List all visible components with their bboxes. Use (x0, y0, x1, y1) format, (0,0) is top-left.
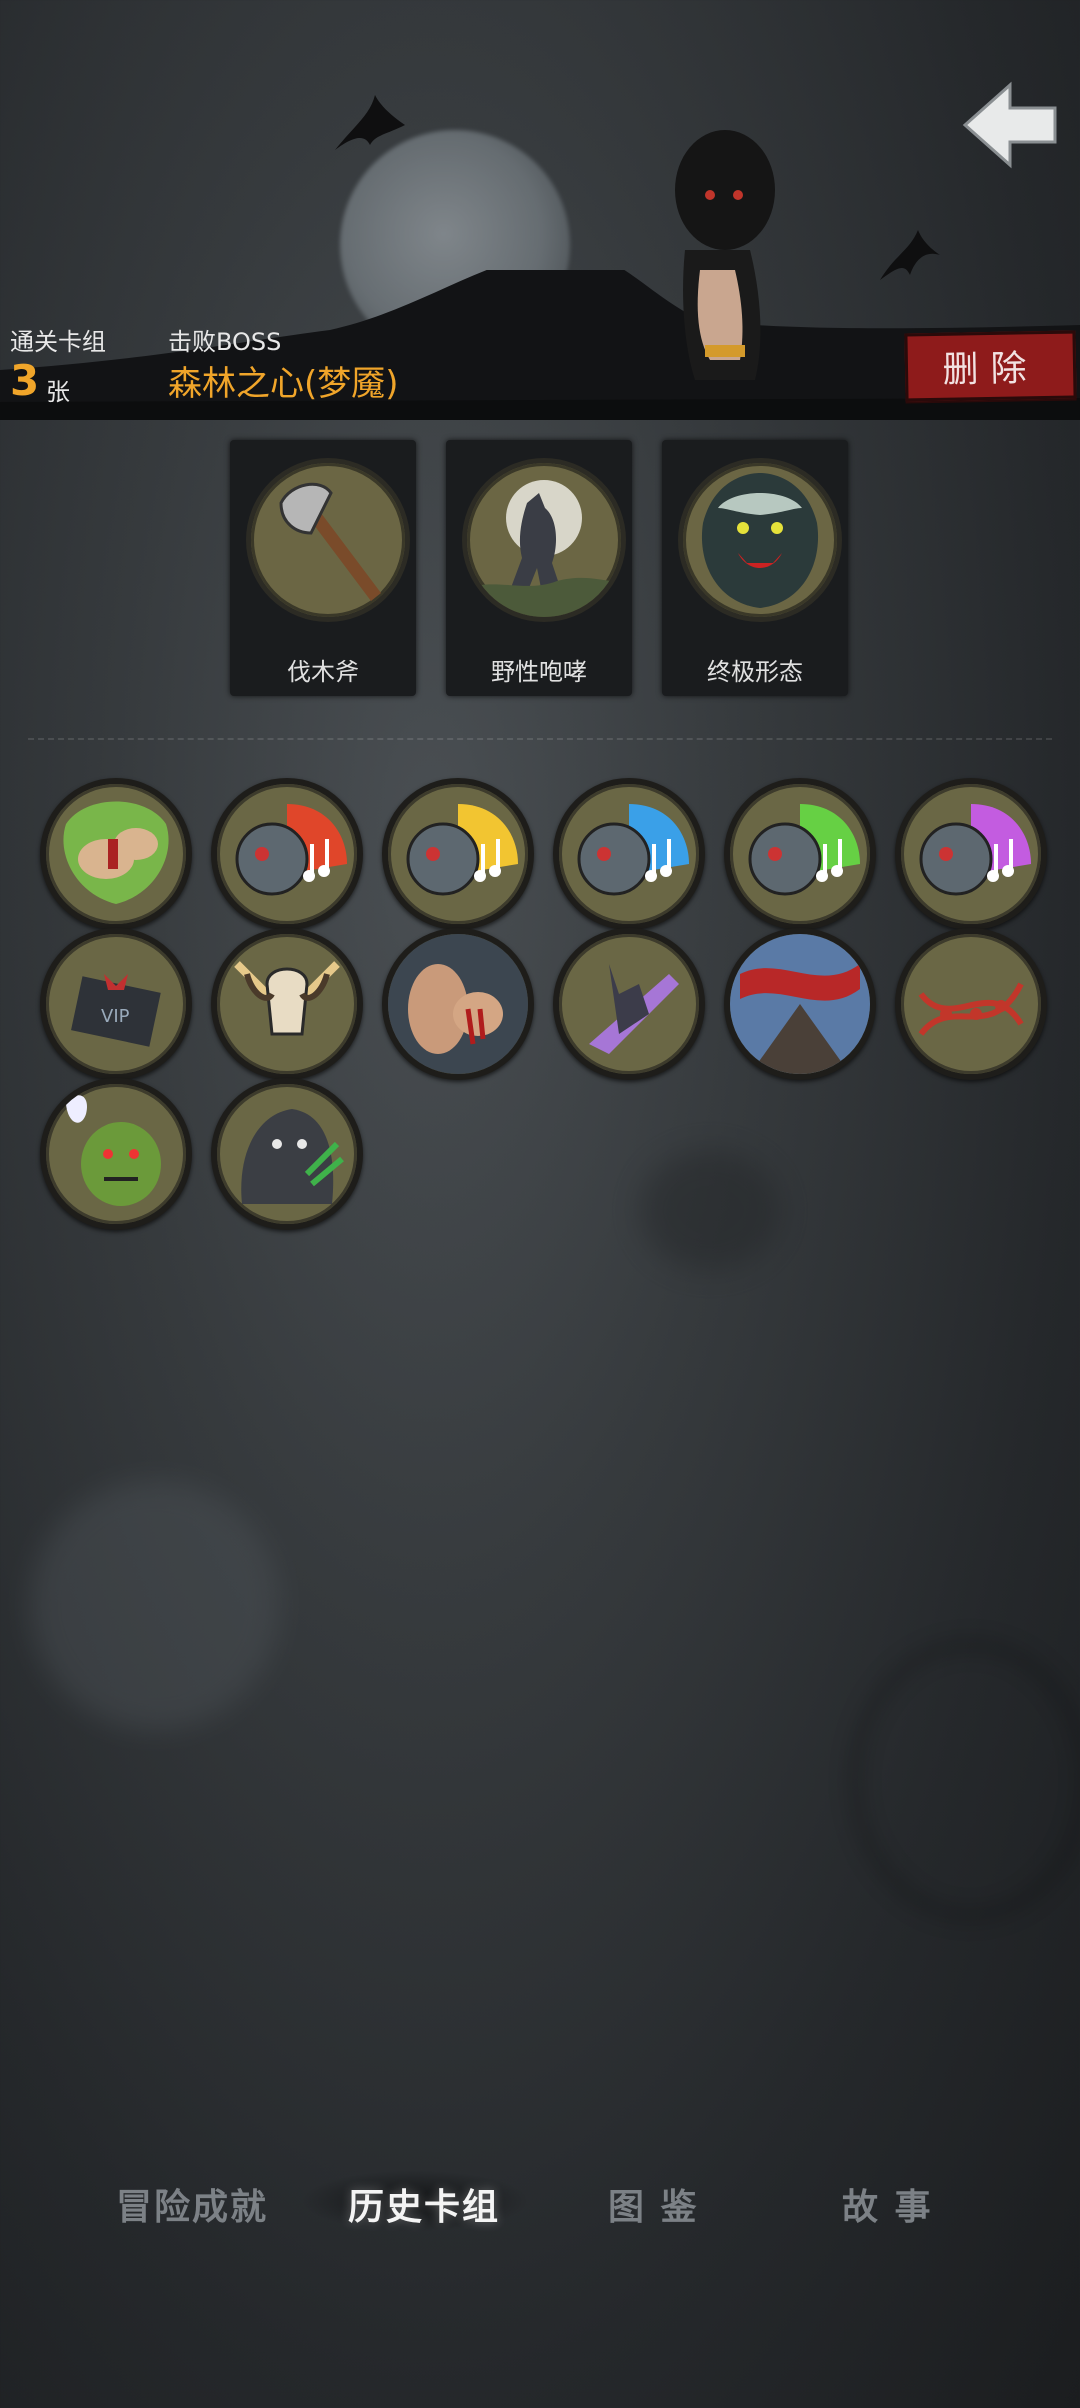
zombie-music-red-icon (235, 804, 347, 896)
boss-name: 森林之心(梦魇) (168, 364, 399, 404)
deck-card[interactable] (895, 928, 1047, 1080)
deck-card[interactable] (211, 1078, 363, 1230)
deck-count-unit: 张 (46, 378, 70, 406)
tab-encyclopedia[interactable]: 图 鉴 (608, 2178, 699, 2230)
bat-icon (335, 95, 405, 150)
deck-card[interactable] (211, 778, 363, 930)
deck-card[interactable] (40, 778, 192, 930)
bloody-fist-icon (388, 934, 528, 1074)
background-clock (850, 1640, 1080, 1920)
zombie-music-purple-icon (919, 804, 1031, 896)
deck-card[interactable] (895, 778, 1047, 930)
boss-label: 击败BOSS (168, 328, 282, 356)
deck-count-value: 3 (10, 356, 40, 405)
zombie-music-green-icon (748, 804, 860, 896)
vip-gift-icon: VIP (71, 974, 161, 1047)
green-fists-icon (63, 801, 169, 904)
background-shadow (30, 1480, 280, 1730)
zombie-music-blue-icon (577, 804, 689, 896)
boss-card-label: 终极形态 (707, 658, 803, 686)
back-arrow-icon (962, 81, 1057, 169)
werewolf-howl-icon (462, 458, 626, 622)
deck-card[interactable] (553, 928, 705, 1080)
werewolf-claw-icon (241, 1109, 344, 1204)
boss-card-axe[interactable]: 伐木斧 (230, 440, 416, 696)
deck-card[interactable] (724, 778, 876, 930)
deck-card[interactable] (211, 928, 363, 1080)
deck-card[interactable] (382, 928, 534, 1080)
bat-icon (880, 230, 940, 280)
back-button[interactable] (960, 80, 1060, 170)
red-banner-icon (730, 934, 870, 1074)
deck-card[interactable] (382, 778, 534, 930)
header-banner: 通关卡组 3 张 击败BOSS 森林之心(梦魇) 删除 (0, 0, 1080, 430)
ghost-ogre-icon (66, 1095, 161, 1206)
deck-count-label: 通关卡组 (10, 328, 106, 356)
delete-button[interactable]: 删除 (904, 330, 1077, 402)
dna-helix-icon (918, 982, 1024, 1036)
axe-icon (246, 458, 410, 622)
character-silhouette (675, 130, 775, 380)
zombie-music-yellow-icon (406, 804, 518, 896)
werewolf-beast-icon (678, 458, 842, 622)
tab-adventure-achievements[interactable]: 冒险成就 (116, 2178, 268, 2230)
boss-card-label: 野性咆哮 (491, 658, 587, 686)
boss-card-howl[interactable]: 野性咆哮 (446, 440, 632, 696)
svg-text:VIP: VIP (101, 1006, 130, 1027)
deck-card[interactable] (553, 778, 705, 930)
tab-story[interactable]: 故 事 (842, 2178, 933, 2230)
background-shadow (640, 1150, 780, 1270)
horned-skull-icon (234, 961, 340, 1036)
boss-card-ultimate[interactable]: 终极形态 (662, 440, 848, 696)
deck-card[interactable] (724, 928, 876, 1080)
deck-card[interactable]: VIP (40, 928, 192, 1080)
unicorn-beast-icon (589, 964, 679, 1054)
tab-history-deck[interactable]: 历史卡组 (348, 2178, 500, 2230)
section-divider (28, 738, 1052, 740)
boss-card-label: 伐木斧 (287, 658, 359, 686)
deck-card[interactable] (40, 1078, 192, 1230)
